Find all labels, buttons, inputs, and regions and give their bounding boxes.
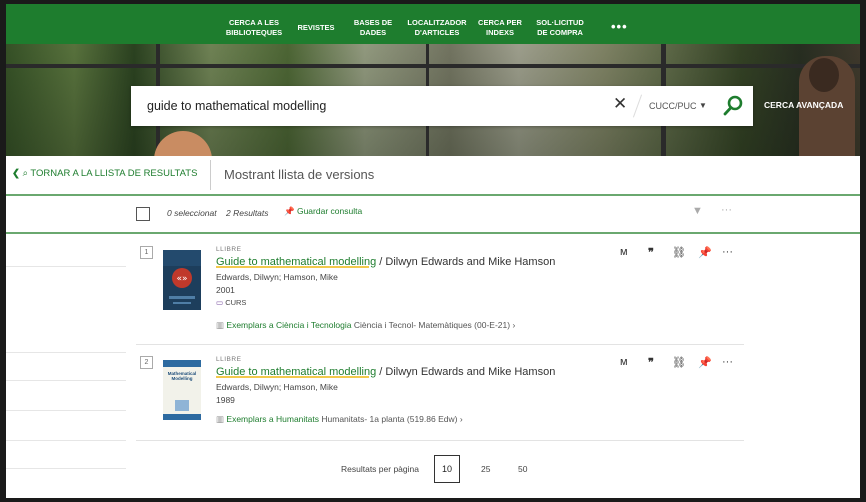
- divider: [6, 266, 126, 267]
- more-options-icon[interactable]: ···: [721, 204, 732, 216]
- app-frame: CERCA A LES BIBLIOTEQUES REVISTES BASES …: [6, 4, 860, 498]
- record-year: 2001: [216, 285, 235, 295]
- pagination: Resultats per pàgina 10 25 50: [341, 454, 541, 484]
- availability-location: Ciència i Tecnol- Matemàtiques (00-E-21): [353, 320, 511, 330]
- divider: [6, 468, 126, 469]
- result-number: 2: [140, 356, 153, 369]
- record-title-link[interactable]: Guide to mathematical modelling: [216, 366, 376, 378]
- save-query-label: Guardar consulta: [296, 206, 363, 216]
- back-bar: ❮ ⌕ TORNAR A LA LLISTA DE RESULTATS Most…: [6, 156, 860, 196]
- result-item[interactable]: 2 Mathematical Modelling LLIBRE Guide to…: [136, 350, 744, 441]
- person-head-decor: [809, 58, 839, 92]
- record-authors: Edwards, Dilwyn; Hamson, Mike: [216, 272, 338, 282]
- result-item[interactable]: 1 «» LLIBRE Guide to mathematical modell…: [136, 240, 744, 345]
- more-options-icon[interactable]: ···: [722, 246, 733, 258]
- course-tag: ▭ CURS: [216, 298, 246, 307]
- library-icon: ▥: [216, 414, 225, 424]
- page-size-10[interactable]: 10: [434, 455, 460, 483]
- search-input[interactable]: guide to mathematical modelling: [147, 99, 326, 113]
- link-icon[interactable]: ⛓: [672, 246, 686, 259]
- record-title-rest: / Dilwyn Edwards and Mike Hamson: [376, 256, 556, 268]
- book-cover-image[interactable]: [163, 360, 201, 420]
- divider: [210, 160, 211, 190]
- material-type: LLIBRE: [216, 356, 242, 363]
- citation-icon[interactable]: ❞: [648, 356, 654, 369]
- select-all-checkbox[interactable]: [136, 207, 150, 221]
- advanced-search-link[interactable]: CERCA AVANÇADA: [764, 100, 843, 110]
- virtual-browse-icon[interactable]: ᴍ: [620, 246, 628, 258]
- versions-heading: Mostrant llista de versions: [224, 167, 375, 182]
- availability-label: Exemplars a Ciència i Tecnologia: [226, 320, 352, 330]
- result-number: 1: [140, 246, 153, 259]
- record-title: Guide to mathematical modelling / Dilwyn…: [216, 366, 555, 378]
- chevron-down-icon[interactable]: ▼: [699, 101, 707, 110]
- divider: [6, 380, 126, 381]
- chevron-right-icon: ›: [459, 414, 463, 424]
- results-toolbar: 0 seleccionat 2 Resultats 📌 Guardar cons…: [6, 196, 860, 234]
- citation-icon[interactable]: ❞: [648, 246, 654, 259]
- nav-revistes[interactable]: REVISTES: [293, 23, 339, 33]
- availability-location: Humanitats- 1a planta (519.86 Edw): [321, 414, 458, 424]
- availability-link[interactable]: ▥ Exemplars a Ciència i Tecnologia Ciènc…: [216, 320, 515, 331]
- search-icon[interactable]: [721, 94, 745, 118]
- pin-icon[interactable]: ▼: [692, 205, 703, 217]
- svg-text:«»: «»: [176, 274, 187, 284]
- link-icon[interactable]: ⛓: [672, 356, 686, 369]
- results-count: 2 Resultats: [226, 208, 269, 218]
- top-navigation: CERCA A LES BIBLIOTEQUES REVISTES BASES …: [6, 4, 860, 44]
- record-authors: Edwards, Dilwyn; Hamson, Mike: [216, 382, 338, 392]
- record-actions: ᴍ ❞ ⛓ 📌 ···: [616, 246, 736, 260]
- nav-localitzador-articles[interactable]: LOCALITZADOR D'ARTICLES: [404, 18, 470, 38]
- record-year: 1989: [216, 395, 235, 405]
- scope-select[interactable]: CUCC/PUC: [649, 101, 697, 111]
- nav-cerca-per-indexs[interactable]: CERCA PER INDEXS: [475, 18, 525, 38]
- back-link-label: TORNAR A LA LLISTA DE RESULTATS: [30, 168, 198, 179]
- nav-more-icon[interactable]: •••: [611, 19, 628, 34]
- book-cover-title: Mathematical Modelling: [167, 371, 197, 381]
- tag-icon: ▭: [216, 298, 224, 307]
- search-icon: ⌕: [22, 168, 28, 179]
- material-type: LLIBRE: [216, 246, 242, 253]
- page-size-25[interactable]: 25: [481, 464, 490, 474]
- library-icon: ▥: [216, 320, 225, 330]
- more-options-icon[interactable]: ···: [722, 356, 733, 368]
- record-title-link[interactable]: Guide to mathematical modelling: [216, 256, 376, 268]
- virtual-browse-icon[interactable]: ᴍ: [620, 356, 628, 368]
- divider: [6, 352, 126, 353]
- record-title: Guide to mathematical modelling / Dilwyn…: [216, 256, 555, 268]
- record-title-rest: / Dilwyn Edwards and Mike Hamson: [376, 366, 556, 378]
- pin-icon: 📌: [284, 206, 295, 216]
- pin-icon[interactable]: 📌: [698, 246, 712, 259]
- left-panel: [6, 234, 126, 498]
- page-size-50[interactable]: 50: [518, 464, 527, 474]
- nav-sollicitud-compra[interactable]: SOL·LICITUD DE COMPRA: [531, 18, 589, 38]
- availability-label: Exemplars a Humanitats: [226, 414, 319, 424]
- pin-icon[interactable]: 📌: [698, 356, 712, 369]
- save-query-button[interactable]: 📌 Guardar consulta: [284, 206, 362, 217]
- selected-count: 0 seleccionat: [167, 208, 217, 218]
- clear-icon[interactable]: ✕: [613, 94, 627, 114]
- chevron-left-icon: ❮: [12, 168, 20, 179]
- search-separator: [632, 94, 643, 118]
- divider: [6, 440, 126, 441]
- nav-cerca-biblioteques[interactable]: CERCA A LES BIBLIOTEQUES: [224, 18, 284, 38]
- book-cover-image[interactable]: «»: [163, 250, 201, 310]
- record-actions: ᴍ ❞ ⛓ 📌 ···: [616, 356, 736, 370]
- search-box[interactable]: guide to mathematical modelling ✕ CUCC/P…: [131, 86, 753, 126]
- course-tag-label: CURS: [225, 298, 247, 307]
- nav-bases-de-dades[interactable]: BASES DE DADES: [352, 18, 394, 38]
- beam-decor: [6, 64, 860, 68]
- back-to-results-link[interactable]: ❮ ⌕ TORNAR A LA LLISTA DE RESULTATS: [12, 168, 197, 179]
- availability-link[interactable]: ▥ Exemplars a Humanitats Humanitats- 1a …: [216, 414, 463, 425]
- results-per-page-label: Resultats per pàgina: [341, 464, 419, 474]
- chevron-right-icon: ›: [512, 320, 516, 330]
- divider: [6, 410, 126, 411]
